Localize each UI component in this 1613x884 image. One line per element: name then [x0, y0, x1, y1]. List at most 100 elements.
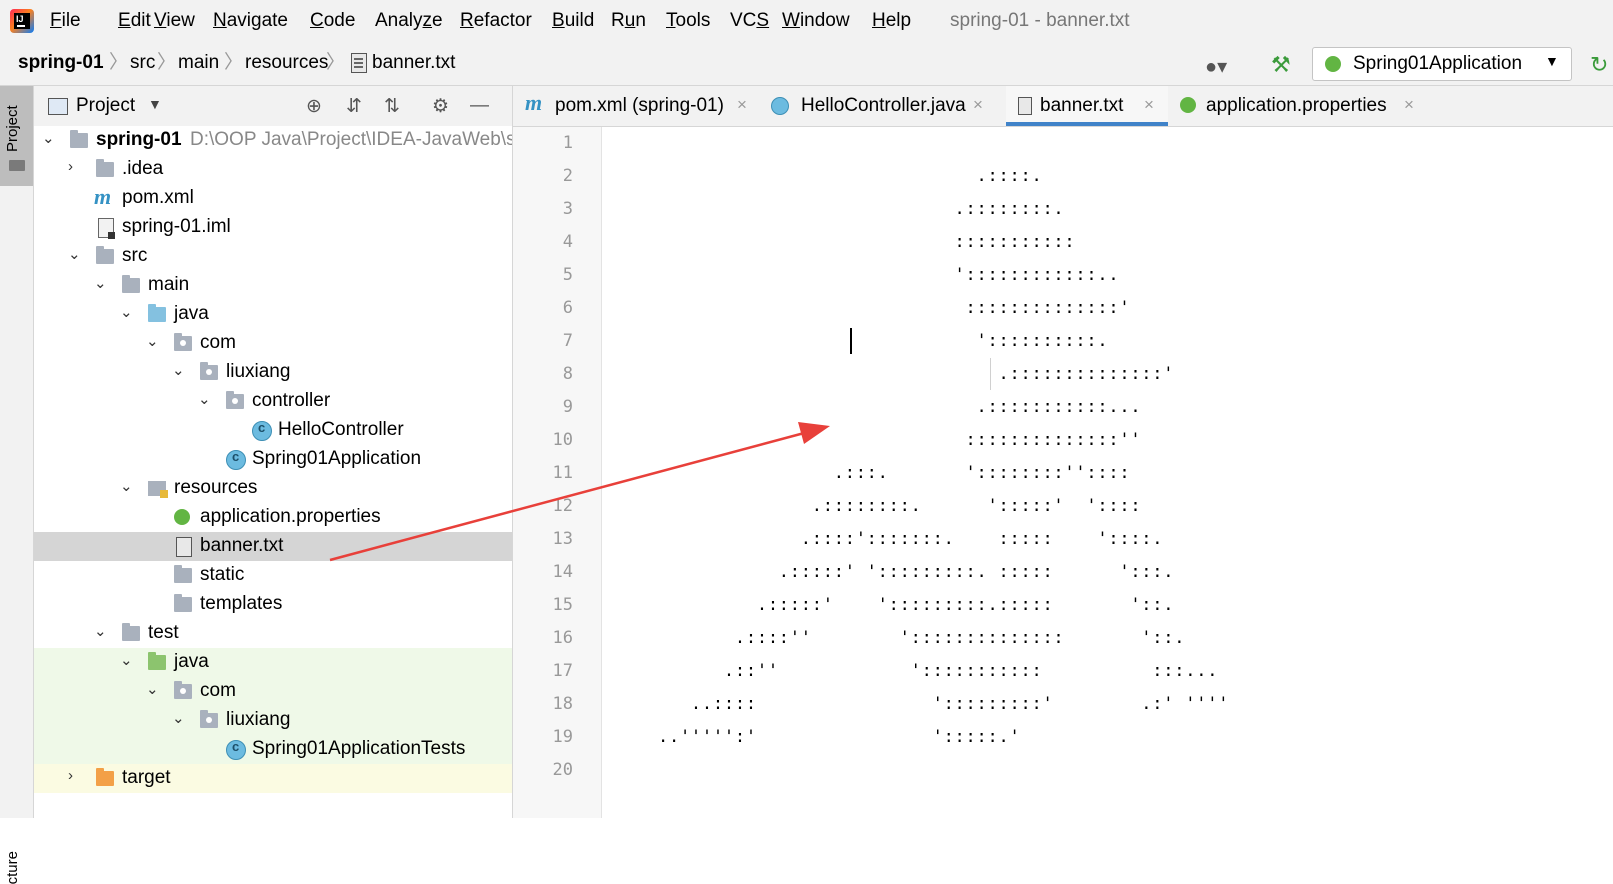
tree-item-label: com: [200, 332, 236, 353]
menu-item[interactable]: VCS: [730, 9, 769, 33]
module-file-icon: [98, 218, 115, 239]
chevron-down-icon[interactable]: ⌄: [146, 680, 159, 698]
menu-bar: IJ File Edit View Navigate Code Analyze Refact…: [0, 0, 1613, 42]
chevron-right-icon[interactable]: ›: [68, 767, 73, 784]
menu-item[interactable]: Help: [872, 9, 911, 33]
chevron-down-icon[interactable]: ⌄: [146, 332, 159, 350]
breadcrumb-project[interactable]: spring-01: [18, 51, 104, 75]
structure-tool-window-button[interactable]: cture: [4, 851, 21, 884]
java-class-icon: [252, 420, 272, 441]
tree-item-java[interactable]: ⌄ java: [34, 300, 512, 329]
chevron-down-icon[interactable]: ⌄: [198, 390, 211, 408]
chevron-down-icon[interactable]: ⌄: [94, 274, 107, 292]
tab-label: banner.txt: [1040, 95, 1124, 116]
intellij-logo-icon: IJ: [10, 9, 34, 33]
project-panel-title[interactable]: Project: [76, 94, 135, 118]
chevron-down-icon[interactable]: ⌄: [120, 303, 133, 321]
tree-item-idea[interactable]: › .idea: [34, 155, 512, 184]
close-icon[interactable]: ×: [1144, 95, 1154, 115]
code-line: .:::::::::::...: [636, 397, 1142, 417]
tree-item-templates[interactable]: templates: [34, 590, 512, 619]
tree-item-test-liuxiang[interactable]: ⌄ liuxiang: [34, 706, 512, 735]
tree-item-resources[interactable]: ⌄ resources: [34, 474, 512, 503]
spring-boot-class-icon: [226, 449, 246, 470]
tab-application-properties[interactable]: application.properties ×: [1168, 86, 1428, 126]
breadcrumb-main[interactable]: main: [178, 51, 219, 75]
breadcrumb-separator: 〉: [157, 52, 177, 73]
user-icon[interactable]: ●▾: [1205, 54, 1227, 79]
chevron-down-icon[interactable]: ⌄: [172, 709, 185, 727]
close-icon[interactable]: ×: [973, 95, 983, 115]
close-icon[interactable]: ×: [737, 95, 747, 115]
line-number: 9: [562, 397, 573, 417]
breadcrumb-src[interactable]: src: [130, 51, 155, 75]
tree-item-controller[interactable]: ⌄ controller: [34, 387, 512, 416]
tab-banner-txt[interactable]: banner.txt ×: [1006, 86, 1168, 126]
minimize-icon[interactable]: —: [470, 95, 489, 117]
collapse-all-icon[interactable]: ⇅: [384, 95, 400, 118]
menu-item[interactable]: Refactor: [460, 9, 532, 33]
project-tool-window-button[interactable]: Project: [0, 86, 33, 186]
chevron-down-icon[interactable]: ⌄: [68, 245, 81, 263]
breadcrumb-separator: 〉: [326, 52, 346, 73]
hammer-icon[interactable]: ⚒: [1271, 52, 1291, 78]
menu-item[interactable]: Build: [552, 9, 594, 33]
window-title: spring-01 - banner.txt: [950, 10, 1130, 31]
menu-item[interactable]: Analyze: [375, 9, 443, 33]
line-number: 11: [552, 463, 573, 483]
tree-item-hellocontroller[interactable]: HelloController: [34, 416, 512, 445]
menu-item[interactable]: Edit: [118, 9, 151, 33]
tree-item-label: spring-01: [96, 129, 182, 150]
code-line: ::::::::::::::'': [636, 430, 1142, 450]
tree-item-spring-01-iml[interactable]: spring-01.iml: [34, 213, 512, 242]
tree-item-label: Spring01Application: [252, 448, 422, 469]
gear-icon[interactable]: ⚙: [432, 95, 449, 118]
menu-item[interactable]: Tools: [666, 9, 710, 33]
tree-item-spring-01[interactable]: ⌄ spring-01 D:\OOP Java\Project\IDEA-Jav…: [34, 126, 512, 155]
tree-item-static[interactable]: static: [34, 561, 512, 590]
tree-item-spring01applicationtests[interactable]: Spring01ApplicationTests: [34, 735, 512, 764]
menu-item[interactable]: File: [50, 9, 81, 33]
breadcrumb-file[interactable]: banner.txt: [372, 51, 455, 75]
tree-item-spring01application[interactable]: Spring01Application: [34, 445, 512, 474]
tree-item-application-properties[interactable]: application.properties: [34, 503, 512, 532]
tree-item-test[interactable]: ⌄ test: [34, 619, 512, 648]
tree-item-test-com[interactable]: ⌄ com: [34, 677, 512, 706]
tree-item-target[interactable]: › target: [34, 764, 512, 793]
chevron-down-icon[interactable]: ⌄: [120, 477, 133, 495]
menu-item[interactable]: Code: [310, 9, 355, 33]
close-icon[interactable]: ×: [1404, 95, 1414, 115]
tree-item-pom-xml[interactable]: m pom.xml: [34, 184, 512, 213]
tree-item-liuxiang[interactable]: ⌄ liuxiang: [34, 358, 512, 387]
spring-properties-icon: [174, 509, 190, 525]
chevron-down-icon[interactable]: ⌄: [172, 361, 185, 379]
tree-item-test-java[interactable]: ⌄ java: [34, 648, 512, 677]
line-number: 20: [552, 760, 573, 780]
chevron-down-icon[interactable]: ⌄: [42, 129, 55, 147]
tree-item-main[interactable]: ⌄ main: [34, 271, 512, 300]
text-file-icon: [176, 537, 192, 557]
tab-pom-xml[interactable]: m pom.xml (spring-01) ×: [513, 86, 759, 126]
locate-icon[interactable]: ⊕: [306, 95, 322, 118]
chevron-right-icon[interactable]: ›: [68, 158, 73, 175]
tree-item-banner-txt[interactable]: banner.txt: [34, 532, 512, 561]
tab-hellocontroller[interactable]: HelloController.java ×: [759, 86, 995, 126]
rerun-icon[interactable]: ↻: [1590, 52, 1608, 78]
menu-item[interactable]: Window: [782, 9, 850, 33]
menu-item[interactable]: Navigate: [213, 9, 288, 33]
tree-item-src[interactable]: ⌄ src: [34, 242, 512, 271]
line-number: 7: [562, 331, 573, 351]
text-file-icon: [1018, 97, 1032, 115]
chevron-down-icon[interactable]: ⌄: [120, 651, 133, 669]
chevron-down-icon: ▼: [1545, 53, 1559, 69]
text-editor[interactable]: .::::. .::::::::. ::::::::::: ':::::::::…: [602, 127, 1613, 818]
expand-all-icon[interactable]: ⇵: [346, 95, 362, 118]
run-configuration-selector[interactable]: Spring01Application ▼: [1312, 47, 1572, 81]
menu-item[interactable]: View: [154, 9, 195, 33]
breadcrumb-resources[interactable]: resources: [245, 51, 328, 75]
tree-item-com[interactable]: ⌄ com: [34, 329, 512, 358]
menu-item[interactable]: Run: [611, 9, 646, 33]
spring-properties-icon: [1180, 97, 1196, 113]
chevron-down-icon[interactable]: ⌄: [94, 622, 107, 640]
chevron-down-icon[interactable]: ▼: [148, 96, 162, 112]
